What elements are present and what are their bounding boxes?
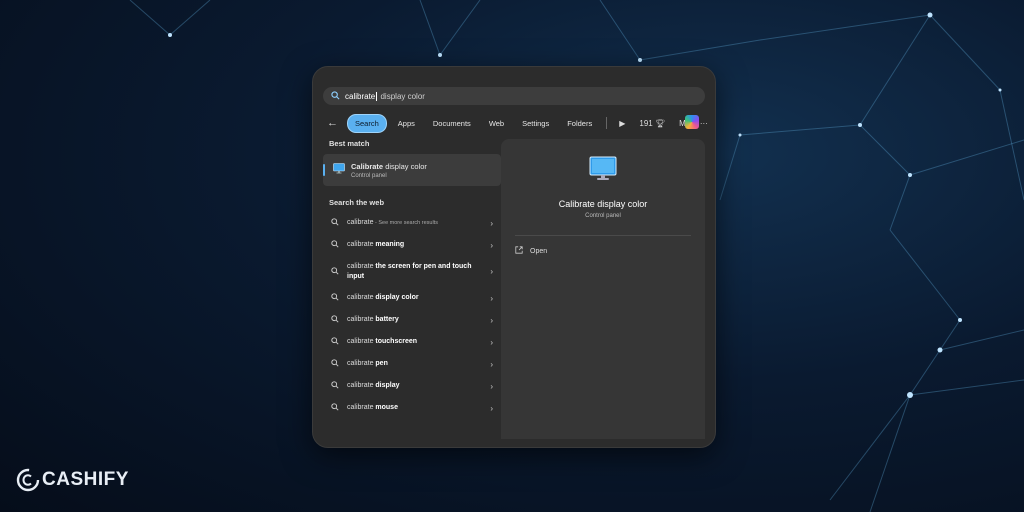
web-result-prefix: calibrate (347, 338, 376, 345)
filter-chip-documents[interactable]: Documents (426, 115, 478, 132)
search-icon (331, 90, 345, 102)
rewards-points-value: 191 (639, 118, 653, 128)
filter-separator (606, 117, 608, 129)
web-result-row[interactable]: calibrate touchscreen › (323, 331, 501, 353)
web-result-bold: display (375, 382, 400, 389)
filter-chip-search[interactable]: Search (347, 113, 387, 133)
web-result-prefix: calibrate (347, 241, 376, 248)
search-icon (331, 381, 341, 391)
best-match-subtitle: Control panel (351, 172, 387, 179)
web-heading: Search the web (329, 198, 385, 207)
chevron-right-icon: › (490, 315, 493, 325)
cashify-logo-icon (16, 468, 40, 492)
filter-chip-web[interactable]: Web (482, 115, 511, 132)
back-arrow-icon[interactable]: ← (327, 117, 341, 129)
web-result-row[interactable]: calibrate meaning › (323, 234, 501, 256)
selection-indicator (323, 164, 325, 176)
open-button[interactable]: Open (515, 246, 547, 256)
search-icon (331, 403, 341, 413)
monitor-icon (589, 155, 617, 188)
search-input[interactable]: calibrate display color (323, 87, 705, 105)
chevron-right-icon: › (490, 337, 493, 347)
filter-chip-folders[interactable]: Folders (560, 115, 599, 132)
web-result-bold: mouse (375, 404, 398, 411)
search-icon (331, 337, 341, 347)
preview-title: Calibrate display color (558, 199, 648, 209)
filter-chip-settings[interactable]: Settings (515, 115, 556, 132)
web-result-row[interactable]: calibrate mouse › (323, 397, 501, 419)
cashify-watermark: CASHIFY (16, 468, 129, 492)
search-icon (331, 359, 341, 369)
chevron-right-icon: › (490, 218, 493, 228)
web-result-row[interactable]: calibrate pen › (323, 353, 501, 375)
web-result-prefix: calibrate (347, 316, 376, 323)
search-icon (331, 218, 341, 228)
start-search-panel: calibrate display color ← Search Apps Do… (312, 66, 716, 448)
web-result-prefix: calibrate (347, 404, 376, 411)
monitor-icon (333, 161, 345, 179)
web-result-row[interactable]: calibrate the screen for pen and touch i… (323, 256, 501, 287)
web-result-row[interactable]: calibrate battery › (323, 309, 501, 331)
web-result-bold: meaning (375, 241, 405, 248)
best-match-title-bold: Calibrate (351, 161, 384, 171)
chevron-right-icon: › (490, 381, 493, 391)
search-icon (331, 240, 341, 250)
search-typed-text: calibrate (345, 91, 376, 101)
trophy-icon: 🏆︎ (654, 118, 666, 128)
chevron-right-icon: › (490, 293, 493, 303)
external-link-icon (515, 246, 525, 256)
search-icon (331, 266, 341, 277)
open-label: Open (530, 247, 548, 255)
web-result-hint: - See more search results (373, 220, 438, 226)
copilot-icon[interactable] (685, 115, 699, 129)
preview-divider (515, 235, 691, 236)
web-result-prefix: calibrate (347, 294, 376, 301)
chevron-right-icon: › (490, 403, 493, 413)
filter-chip-apps[interactable]: Apps (391, 115, 422, 132)
best-match-item[interactable]: Calibrate display color Control panel (323, 154, 501, 186)
chevron-right-icon: › (490, 267, 493, 276)
chevron-right-icon: › (490, 359, 493, 369)
web-result-prefix: calibrate (347, 219, 374, 226)
chevron-right-icon: › (490, 240, 493, 250)
web-result-prefix: calibrate (347, 262, 376, 270)
web-result-bold: display color (375, 294, 419, 301)
play-icon[interactable]: ▶ (614, 119, 630, 128)
search-icon (331, 315, 341, 325)
preview-subtitle: Control panel (585, 213, 621, 219)
search-completion-text: display color (380, 91, 425, 101)
filter-bar: ← Search Apps Documents Web Settings Fol… (327, 113, 713, 133)
web-result-bold: pen (375, 360, 388, 367)
web-result-row[interactable]: calibrate display color › (323, 287, 501, 309)
web-result-row[interactable]: calibrate - See more search results › (323, 212, 501, 234)
best-match-heading: Best match (329, 139, 370, 148)
best-match-title-rest: display color (385, 161, 427, 171)
web-result-prefix: calibrate (347, 382, 376, 389)
search-icon (331, 293, 341, 303)
web-result-prefix: calibrate (347, 360, 376, 367)
web-result-row[interactable]: calibrate display › (323, 375, 501, 397)
results-list: Best match Calibrate display color Contr… (323, 139, 501, 419)
preview-pane: Calibrate display color Control panel Op… (501, 139, 705, 439)
web-result-bold: touchscreen (375, 338, 418, 345)
brand-name: CASHIFY (42, 469, 129, 490)
web-result-bold: battery (375, 316, 399, 323)
text-caret (376, 91, 378, 101)
rewards-points[interactable]: 191 🏆︎ (634, 119, 670, 128)
